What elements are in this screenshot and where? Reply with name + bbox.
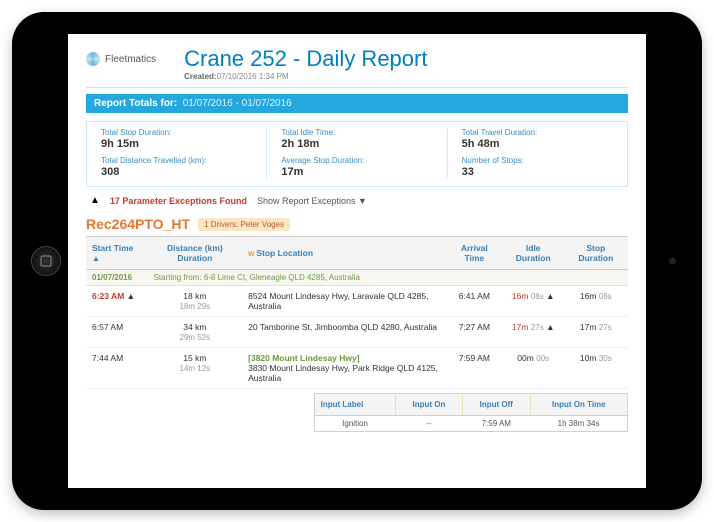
stop-duration: 16m	[580, 291, 597, 301]
created-value: 07/10/2016 1:34 PM	[217, 72, 289, 81]
input-row: Ignition -- 7:59 AM 1h 38m 34s	[314, 416, 627, 432]
warning-icon: ▲	[127, 291, 135, 301]
tablet-frame: Fleetmatics Crane 252 - Daily Report Cre…	[12, 12, 702, 510]
col-stop-duration[interactable]: Stop Duration	[564, 237, 628, 270]
input-col-time: Input On Time	[530, 394, 627, 416]
stat-label: Total Distance Travelled (km):	[101, 156, 252, 165]
totals-range: 01/07/2016 - 01/07/2016	[183, 98, 292, 109]
screen: Fleetmatics Crane 252 - Daily Report Cre…	[68, 34, 646, 488]
show-exceptions-toggle[interactable]: Show Report Exceptions ▼	[257, 196, 367, 206]
distance: 15 km	[183, 353, 206, 363]
duration: 18m 29s	[180, 302, 211, 311]
start-time: 6:57 AM	[92, 322, 123, 332]
stat-value: 17m	[281, 166, 432, 178]
stats-panel: Total Stop Duration: 9h 15m Total Distan…	[86, 121, 628, 187]
start-time: 7:44 AM	[92, 353, 123, 363]
stat-label: Number of Stops:	[462, 156, 613, 165]
input-col-off: Input Off	[462, 394, 530, 416]
stop-duration: 10m	[580, 353, 597, 363]
exceptions-count: 17 Parameter Exceptions Found	[110, 196, 247, 206]
brand-logo: Fleetmatics	[86, 52, 156, 66]
stat-value: 33	[462, 166, 613, 178]
stat-value: 308	[101, 166, 252, 178]
stop-location: 8524 Mount Lindesay Hwy, Laravale QLD 42…	[242, 286, 446, 317]
warning-icon: ▲	[546, 322, 554, 332]
stop-duration: 17m	[580, 322, 597, 332]
exceptions-row: ▲ 17 Parameter Exceptions Found Show Rep…	[86, 195, 628, 206]
stop-location: [3820 Mount Lindesay Hwy]3830 Mount Lind…	[242, 348, 446, 389]
stat-label: Total Travel Duration:	[462, 128, 613, 137]
col-start-time[interactable]: Start Time ▲	[86, 237, 148, 270]
table-row[interactable]: 7:44 AM 15 km14m 12s [3820 Mount Lindesa…	[86, 348, 628, 389]
fleetmatics-icon	[86, 52, 100, 66]
input-panel: Input Label Input On Input Off Input On …	[314, 393, 628, 432]
sort-asc-icon: ▲	[92, 254, 100, 263]
stat-value: 5h 48m	[462, 138, 613, 150]
table-row[interactable]: 6:57 AM 34 km29m 52s 20 Tamborine St, Ji…	[86, 317, 628, 348]
idle-duration: 17m	[512, 322, 529, 332]
col-stop-location[interactable]: wStop Location	[242, 237, 446, 270]
idle-duration: 00m	[517, 353, 534, 363]
stop-location: 20 Tamborine St, Jimboomba QLD 4280, Aus…	[242, 317, 446, 348]
start-time: 6:23 AM	[92, 291, 124, 301]
duration: 14m 12s	[180, 364, 211, 373]
report-table: Start Time ▲ Distance (km) Duration wSto…	[86, 236, 628, 432]
warning-icon: ▲	[90, 195, 100, 206]
distance: 34 km	[183, 322, 206, 332]
table-row[interactable]: 6:23 AM ▲ 18 km18m 29s 8524 Mount Lindes…	[86, 286, 628, 317]
stat-label: Total Stop Duration:	[101, 128, 252, 137]
created-line: Created:07/10/2016 1:34 PM	[184, 72, 427, 81]
created-label: Created:	[184, 72, 216, 81]
arrival-time: 7:59 AM	[446, 348, 503, 389]
location-link[interactable]: [3820 Mount Lindesay Hwy]	[248, 353, 359, 363]
duration: 29m 52s	[180, 333, 211, 342]
col-distance[interactable]: Distance (km) Duration	[148, 237, 243, 270]
page-title: Crane 252 - Daily Report	[184, 46, 427, 72]
input-col-label: Input Label	[314, 394, 395, 416]
totals-bar: Report Totals for: 01/07/2016 - 01/07/20…	[86, 94, 628, 113]
warning-icon: ▲	[546, 291, 554, 301]
date-divider-row: 01/07/2016 Starting from: 6-8 Lime Ct, G…	[86, 270, 628, 286]
vehicle-name: Rec264PTO_HT	[86, 216, 190, 232]
col-idle[interactable]: Idle Duration	[503, 237, 564, 270]
stat-label: Total Idle Time:	[281, 128, 432, 137]
arrival-time: 6:41 AM	[446, 286, 503, 317]
input-col-on: Input On	[395, 394, 462, 416]
arrival-time: 7:27 AM	[446, 317, 503, 348]
totals-label: Report Totals for:	[94, 98, 177, 109]
idle-duration: 16m	[512, 291, 529, 301]
drivers-badge: 1 Drivers: Peter Voges	[198, 218, 290, 231]
stat-value: 2h 18m	[281, 138, 432, 150]
brand-label: Fleetmatics	[105, 54, 156, 65]
home-button[interactable]	[31, 246, 61, 276]
col-arrival[interactable]: Arrival Time	[446, 237, 503, 270]
stat-value: 9h 15m	[101, 138, 252, 150]
stat-label: Average Stop Duration:	[281, 156, 432, 165]
distance: 18 km	[183, 291, 206, 301]
warning-icon: w	[248, 249, 254, 258]
report-header: Fleetmatics Crane 252 - Daily Report Cre…	[86, 46, 628, 88]
camera-dot	[669, 258, 676, 265]
